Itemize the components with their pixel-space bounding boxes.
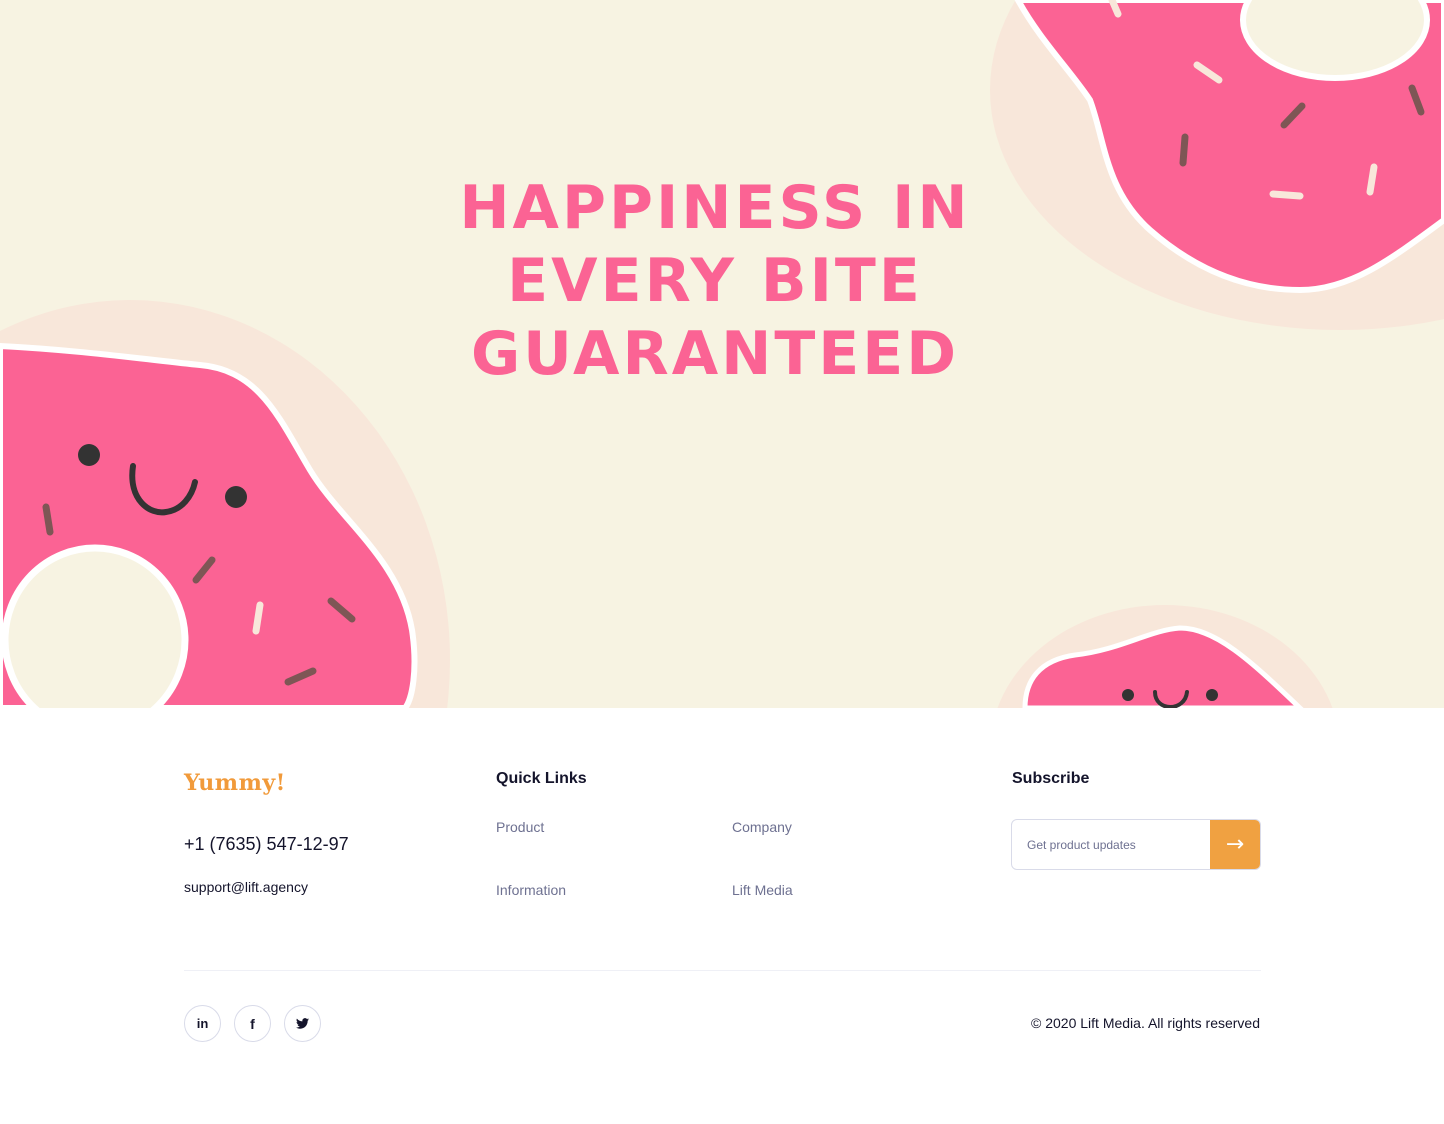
subscribe-email-input[interactable] <box>1012 820 1211 869</box>
arrow-right-icon: → <box>1225 832 1245 857</box>
hero-headline-line: EVERY BITE <box>507 246 923 316</box>
linkedin-link[interactable]: in <box>184 1005 221 1042</box>
quick-link-information[interactable]: Information <box>496 882 566 898</box>
twitter-icon <box>296 1018 309 1029</box>
quick-link-product[interactable]: Product <box>496 819 544 835</box>
hero-headline-line: HAPPINESS IN <box>459 173 971 243</box>
hero-headline-line: GUARANTEED <box>470 319 960 389</box>
brand-logo[interactable]: Yummy! <box>184 770 286 796</box>
donut-left-illustration <box>0 300 450 708</box>
facebook-link[interactable]: f <box>234 1005 271 1042</box>
facebook-icon: f <box>250 1015 255 1032</box>
subscribe-title: Subscribe <box>1012 770 1090 787</box>
hero-headline: HAPPINESS IN EVERY BITE GUARANTEED <box>420 172 1010 391</box>
twitter-link[interactable] <box>284 1005 321 1042</box>
donut-top-right-illustration <box>990 0 1444 330</box>
quick-link-company[interactable]: Company <box>732 819 792 835</box>
quick-links-title: Quick Links <box>496 770 587 787</box>
hero-section: HAPPINESS IN EVERY BITE GUARANTEED <box>0 0 1444 708</box>
subscribe-form: → <box>1011 819 1261 870</box>
footer-divider <box>184 970 1261 971</box>
linkedin-icon: in <box>196 1016 209 1031</box>
contact-email[interactable]: support@lift.agency <box>184 879 308 895</box>
contact-phone[interactable]: +1 (7635) 547-12-97 <box>184 834 349 855</box>
donut-bottom-right-illustration <box>997 605 1333 708</box>
subscribe-submit-button[interactable]: → <box>1210 820 1260 869</box>
copyright-text: © 2020 Lift Media. All rights reserved <box>1031 1015 1260 1031</box>
quick-link-lift-media[interactable]: Lift Media <box>732 882 793 898</box>
site-footer: Yummy! +1 (7635) 547-12-97 support@lift.… <box>0 708 1444 1124</box>
